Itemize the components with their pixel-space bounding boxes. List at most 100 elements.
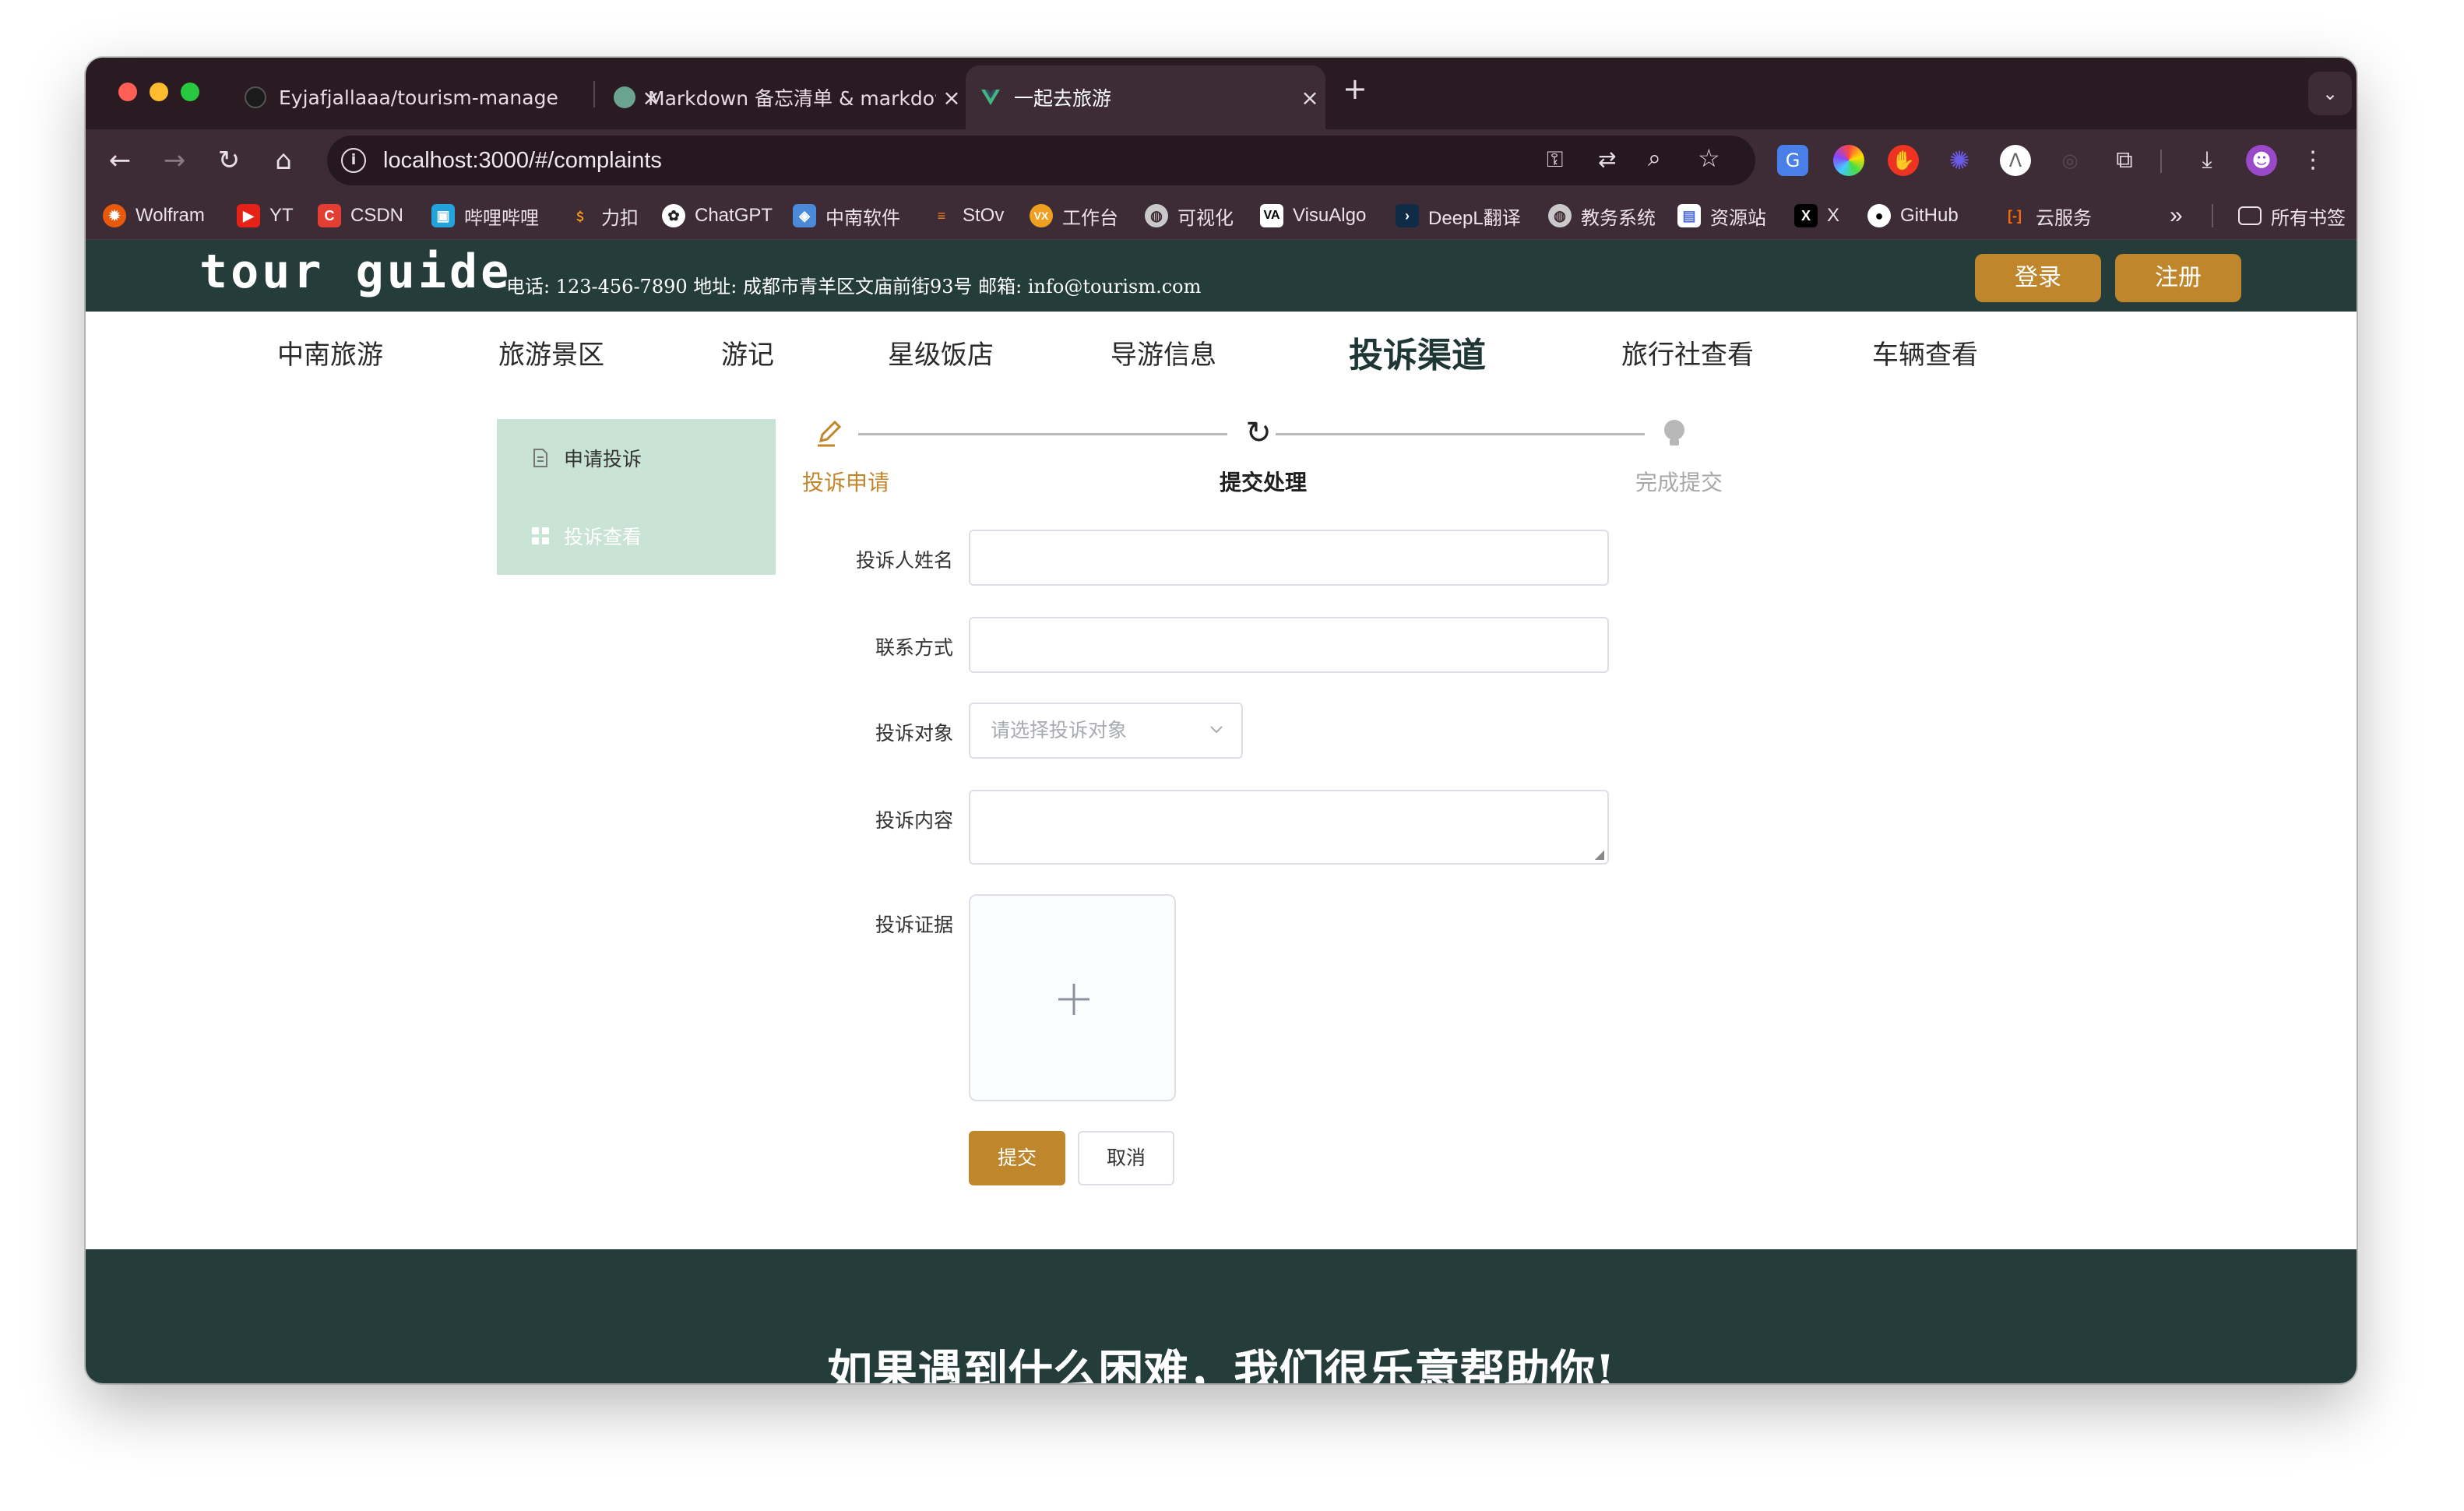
home-icon[interactable]: ⌂ — [263, 140, 304, 181]
target-select[interactable]: 请选择投诉对象 — [969, 703, 1243, 759]
tab-search-button[interactable]: ⌄ — [2308, 72, 2352, 115]
resize-handle-icon[interactable]: ◢ — [1595, 847, 1604, 861]
disabled-extension-icon[interactable]: ◎ — [2054, 145, 2086, 176]
close-window-button[interactable] — [118, 83, 137, 101]
csdn-icon: C — [318, 204, 341, 227]
bookmark-stackoverflow[interactable]: ≡ StOv — [930, 192, 1005, 240]
bookmark-academic[interactable]: ◍ 教务系统 — [1548, 192, 1656, 240]
more-bookmarks-label: » — [2170, 203, 2183, 228]
resource-icon: ▤ — [1677, 204, 1701, 227]
password-key-icon[interactable]: ⚿ — [1547, 146, 1563, 173]
bookmark-cloud[interactable]: [-] 云服务 — [2003, 192, 2092, 240]
nav-item-complaints[interactable]: 投诉渠道 — [1349, 327, 1486, 377]
url-text: localhost:3000/#/complaints — [383, 148, 662, 173]
bookmark-wolfram[interactable]: ✹ Wolfram — [103, 192, 205, 240]
register-button[interactable]: 注册 — [2115, 254, 2241, 302]
tab-title: 一起去旅游 — [1014, 87, 1112, 110]
chevron-down-icon — [1207, 720, 1226, 738]
cloud-icon: [-] — [2008, 208, 2022, 224]
contact-field[interactable] — [969, 617, 1609, 673]
bookmark-bilibili[interactable]: ▣ 哔哩哔哩 — [431, 192, 539, 240]
cancel-button[interactable]: 取消 — [1078, 1131, 1174, 1185]
footer-title: 如果遇到什么困难，我们很乐意帮助你! — [827, 1345, 1615, 1383]
bookmark-label: VisuAlgo — [1293, 205, 1367, 226]
extension-star-icon[interactable]: ✺ — [1944, 145, 1975, 176]
submit-button[interactable]: 提交 — [969, 1131, 1065, 1185]
youtube-icon: ▶ — [237, 204, 260, 227]
extensions-puzzle-icon[interactable]: ⧉ — [2109, 145, 2140, 176]
reload-icon[interactable]: ↻ — [209, 140, 249, 181]
name-input[interactable] — [970, 531, 1607, 584]
nav-item-guides[interactable]: 导游信息 — [1111, 333, 1216, 372]
bookmark-label: 教务系统 — [1581, 207, 1656, 229]
bookmark-visualgo[interactable]: VA VisuAlgo — [1260, 192, 1366, 240]
bookmark-label: 云服务 — [2036, 207, 2092, 229]
side-menu-label: 投诉查看 — [564, 526, 642, 548]
bookmark-deepl[interactable]: › DeepL翻译 — [1396, 192, 1521, 240]
all-bookmarks-button[interactable]: 所有书签 — [2238, 192, 2346, 240]
nav-item-csu-tourism[interactable]: 中南旅游 — [277, 333, 383, 372]
adblock-icon[interactable]: ✋ — [1888, 145, 1919, 176]
bookmark-label: 力扣 — [601, 207, 639, 229]
step-complete-label: 完成提交 — [1635, 470, 1723, 495]
bookmark-visualize[interactable]: ◍ 可视化 — [1145, 192, 1234, 240]
tab-separator — [593, 81, 595, 107]
bookmark-label: DeepL翻译 — [1428, 207, 1521, 229]
google-translate-icon[interactable]: G — [1777, 145, 1808, 176]
address-bar[interactable]: i localhost:3000/#/complaints ⚿ ⇄ ⌕ ☆ — [327, 136, 1755, 185]
menu-dots-icon[interactable]: ⋮ — [2297, 145, 2328, 176]
bookmark-x[interactable]: XX — [1794, 192, 1839, 240]
back-icon[interactable]: ← — [100, 140, 140, 181]
step-connector-1 — [858, 433, 1227, 435]
side-menu-apply-complaint[interactable]: 申请投诉 — [497, 419, 776, 497]
login-button[interactable]: 登录 — [1975, 254, 2101, 302]
bookmark-leetcode[interactable]: ﹩ 力扣 — [568, 192, 639, 240]
zoom-icon[interactable]: ⌕ — [1648, 145, 1661, 172]
bookmark-resources[interactable]: ▤ 资源站 — [1677, 192, 1766, 240]
tab-bar: Eyjafjallaaa/tourism-manage × Markdown 备… — [86, 58, 2357, 129]
site-info-icon[interactable]: i — [341, 148, 366, 173]
bookmark-yt[interactable]: ▶ YT — [237, 192, 294, 240]
bookmark-github[interactable]: ● GitHub — [1867, 192, 1959, 240]
doc-icon — [614, 86, 635, 108]
content-textarea[interactable] — [970, 791, 1607, 863]
nav-item-hotels[interactable]: 星级饭店 — [888, 333, 994, 372]
bookmark-csdn[interactable]: C CSDN — [318, 192, 403, 240]
forward-icon[interactable]: → — [154, 140, 195, 181]
close-tab-icon[interactable]: × — [1294, 85, 1325, 111]
globe-icon: ◍ — [1548, 204, 1572, 227]
address-toolbar: ← → ↻ ⌂ i localhost:3000/#/complaints ⚿ … — [86, 129, 2357, 192]
name-field[interactable] — [969, 530, 1609, 586]
content-field[interactable]: ◢ — [969, 790, 1609, 865]
nav-item-scenic-areas[interactable]: 旅游景区 — [498, 333, 604, 372]
nav-item-travelogues[interactable]: 游记 — [721, 333, 774, 372]
all-bookmarks-label: 所有书签 — [2271, 207, 2346, 229]
bookmark-chatgpt[interactable]: ✿ ChatGPT — [662, 192, 773, 240]
bookmark-label: 工作台 — [1062, 207, 1118, 229]
step-process-label: 提交处理 — [1220, 470, 1308, 495]
profile-avatar-icon[interactable]: ☻ — [2246, 145, 2277, 176]
evidence-upload[interactable] — [969, 894, 1176, 1101]
new-tab-button[interactable]: + — [1343, 72, 1368, 106]
bookmark-csu[interactable]: ◈ 中南软件 — [793, 192, 900, 240]
bookmark-star-icon[interactable]: ☆ — [1698, 143, 1720, 173]
tab-active[interactable]: 一起去旅游 × — [966, 65, 1325, 129]
site-logo[interactable]: tour guide — [199, 245, 512, 299]
nav-item-vehicles[interactable]: 车辆查看 — [1872, 333, 1978, 372]
download-icon[interactable]: ⤓ — [2191, 145, 2223, 176]
side-menu-view-complaints[interactable]: 投诉查看 — [497, 497, 776, 575]
color-picker-icon[interactable] — [1833, 145, 1864, 176]
bookmarks-bar: ✹ Wolfram ▶ YT C CSDN ▣ 哔哩哔哩 ﹩ 力扣 ✿ ChatGPT ◈ 中… — [86, 192, 2357, 240]
more-bookmarks-button[interactable]: » — [2170, 192, 2183, 240]
nav-item-agencies[interactable]: 旅行社查看 — [1621, 333, 1754, 372]
maximize-window-button[interactable] — [181, 83, 199, 101]
minimize-window-button[interactable] — [150, 83, 168, 101]
contact-input[interactable] — [970, 618, 1607, 671]
bookmark-workbench[interactable]: VX 工作台 — [1030, 192, 1118, 240]
stackoverflow-icon: ≡ — [937, 208, 946, 224]
bilibili-icon: ▣ — [431, 204, 455, 227]
translate-icon[interactable]: ⇄ — [1598, 146, 1616, 172]
arc-extension-icon[interactable]: Λ — [2000, 145, 2031, 176]
close-tab-icon[interactable]: × — [936, 85, 967, 111]
leetcode-icon: ﹩ — [573, 208, 587, 224]
